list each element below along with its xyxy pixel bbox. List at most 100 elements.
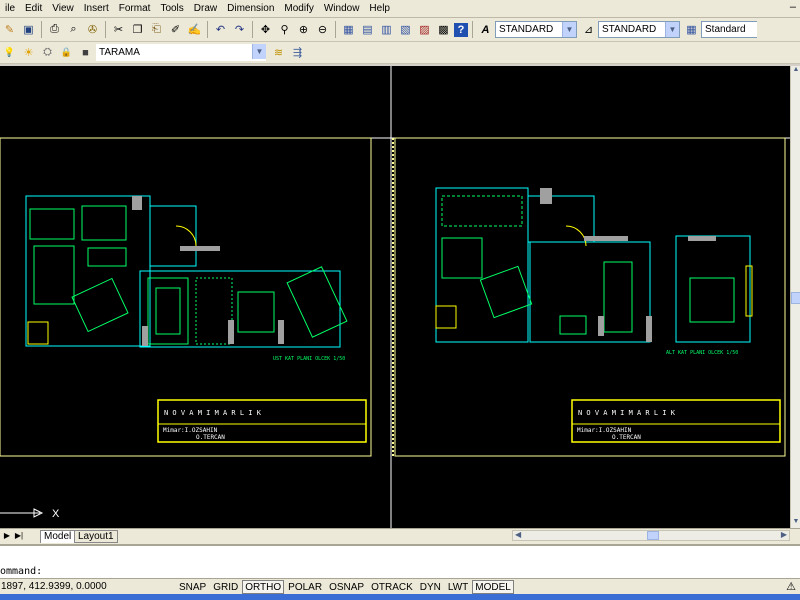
wall-block [688, 236, 716, 241]
layer-select[interactable]: TARAMA ▼ [96, 44, 266, 61]
viewport-freeze-icon[interactable]: ⛭ [39, 44, 56, 61]
menu-insert[interactable]: Insert [79, 0, 114, 18]
menu-file[interactable]: ile [0, 0, 20, 18]
match-properties-icon[interactable]: ✐ [167, 21, 184, 38]
zoom-previous-icon[interactable]: ⊖ [314, 21, 331, 38]
sheet-set-icon[interactable]: ▧ [397, 21, 414, 38]
sun-icon[interactable]: ☀ [20, 44, 37, 61]
text-style-value: STANDARD [499, 24, 554, 35]
wall-block [142, 326, 148, 346]
scroll-up-icon[interactable]: ▲ [791, 66, 800, 76]
lower-plan-caption: ALT KAT PLANI OLCEK 1/50 [666, 350, 738, 356]
menu-help[interactable]: Help [364, 0, 395, 18]
furniture-sofa [87, 247, 127, 267]
menu-window[interactable]: Window [319, 0, 365, 18]
dim-style-icon: ⊿ [583, 24, 594, 36]
tool-palettes-icon[interactable]: ▥ [378, 21, 395, 38]
menu-view[interactable]: View [47, 0, 79, 18]
calculator-icon[interactable]: ▩ [435, 21, 452, 38]
osnap-toggle[interactable]: OSNAP [326, 580, 367, 594]
tab-prev-icon[interactable]: ▶ [2, 531, 12, 540]
markup-icon[interactable]: ▨ [416, 21, 433, 38]
layers-toolbar: 💡 ☀ ⛭ 🔒 ■ TARAMA ▼ ≋ ⇶ [0, 42, 800, 64]
copy-icon[interactable]: ❐ [129, 21, 146, 38]
design-center-icon[interactable]: ▤ [359, 21, 376, 38]
menu-edit[interactable]: Edit [20, 0, 47, 18]
lwt-toggle[interactable]: LWT [445, 580, 471, 594]
menu-bar: ile Edit View Insert Format Tools Draw D… [0, 0, 800, 18]
wet-area [435, 305, 457, 329]
menu-draw[interactable]: Draw [189, 0, 222, 18]
layer-previous-icon[interactable]: ⇶ [289, 44, 306, 61]
text-style-select[interactable]: STANDARD ▼ [495, 21, 577, 38]
lock-icon[interactable]: 🔒 [58, 44, 75, 61]
wall-block [540, 188, 552, 204]
make-layer-current-icon[interactable]: ≋ [270, 44, 287, 61]
wall-block [180, 246, 220, 251]
cut-icon[interactable]: ✂ [110, 21, 127, 38]
stair-arc [565, 225, 587, 247]
table-style-select[interactable]: Standard [701, 21, 757, 38]
scroll-left-icon[interactable]: ◀ [515, 530, 521, 539]
menu-modify[interactable]: Modify [279, 0, 318, 18]
scroll-thumb[interactable] [791, 292, 800, 304]
command-window[interactable]: ommand: [0, 544, 800, 578]
polar-toggle[interactable]: POLAR [285, 580, 325, 594]
menu-dimension[interactable]: Dimension [222, 0, 279, 18]
text-style-icon: A [481, 23, 490, 36]
dim-style-select[interactable]: STANDARD ▼ [598, 21, 680, 38]
coordinate-readout: 1897, 412.9399, 0.0000 [1, 581, 107, 592]
command-prompt[interactable]: ommand: [0, 566, 42, 577]
vertical-scrollbar[interactable]: ▲ ▼ [790, 66, 800, 528]
communication-center-icon[interactable]: ⚠ [786, 580, 796, 593]
ortho-toggle[interactable]: ORTHO [242, 579, 285, 594]
dyn-toggle[interactable]: DYN [417, 580, 444, 594]
wet-area [27, 321, 49, 345]
furniture-bed [689, 277, 735, 323]
otrack-toggle[interactable]: OTRACK [368, 580, 416, 594]
scroll-down-icon[interactable]: ▼ [791, 518, 800, 528]
plot-preview-icon[interactable]: ⌕ [65, 21, 82, 38]
chevron-down-icon[interactable]: ▼ [562, 22, 576, 37]
zoom-window-icon[interactable]: ⊕ [295, 21, 312, 38]
model-toggle[interactable]: MODEL [472, 579, 514, 594]
furniture-tub [559, 315, 587, 335]
menu-tools[interactable]: Tools [155, 0, 188, 18]
title-block-frame [157, 399, 367, 443]
new-icon[interactable]: ✎ [1, 21, 18, 38]
snap-toggle[interactable]: SNAP [176, 580, 209, 594]
tab-model[interactable]: Model [40, 530, 76, 543]
save-icon[interactable]: ▣ [20, 21, 37, 38]
layer-color-icon: ■ [82, 46, 89, 59]
menu-format[interactable]: Format [114, 0, 156, 18]
grid-toggle[interactable]: GRID [210, 580, 241, 594]
hatched-area [195, 277, 233, 345]
pan-icon[interactable]: ✥ [257, 21, 274, 38]
minimize-button[interactable]: – [790, 1, 796, 13]
light-bulb-icon[interactable]: 💡 [1, 44, 18, 61]
help-icon[interactable]: ? [454, 22, 468, 37]
scroll-thumb[interactable] [647, 531, 659, 540]
zoom-realtime-icon[interactable]: ⚲ [276, 21, 293, 38]
right-sheet: ALT KAT PLANI OLCEK 1/50 N O V A M I M A… [392, 137, 786, 457]
horizontal-scrollbar[interactable]: ◀ ▶ [512, 530, 790, 541]
redo-icon[interactable]: ↷ [231, 21, 248, 38]
block-editor-icon[interactable]: ✍ [186, 21, 203, 38]
publish-icon[interactable]: ✇ [84, 21, 101, 38]
paste-icon[interactable]: ⎗ [148, 21, 165, 38]
drawing-canvas[interactable]: UST KAT PLANI OLCEK 1/50 N O V A M I M A… [0, 66, 790, 528]
scroll-right-icon[interactable]: ▶ [781, 530, 787, 539]
ucs-icon: X [0, 508, 60, 520]
chevron-down-icon[interactable]: ▼ [252, 44, 266, 59]
print-icon[interactable]: ⎙ [46, 21, 63, 38]
window [745, 265, 753, 317]
properties-icon[interactable]: ▦ [340, 21, 357, 38]
table-style-icon: ▦ [686, 24, 697, 36]
undo-icon[interactable]: ↶ [212, 21, 229, 38]
stair-room [149, 205, 197, 267]
chevron-down-icon[interactable]: ▼ [665, 22, 679, 37]
tab-last-icon[interactable]: ▶| [14, 531, 24, 540]
furniture-table [155, 287, 181, 335]
tab-layout1[interactable]: Layout1 [74, 530, 118, 543]
dim-style-value: STANDARD [602, 24, 657, 35]
